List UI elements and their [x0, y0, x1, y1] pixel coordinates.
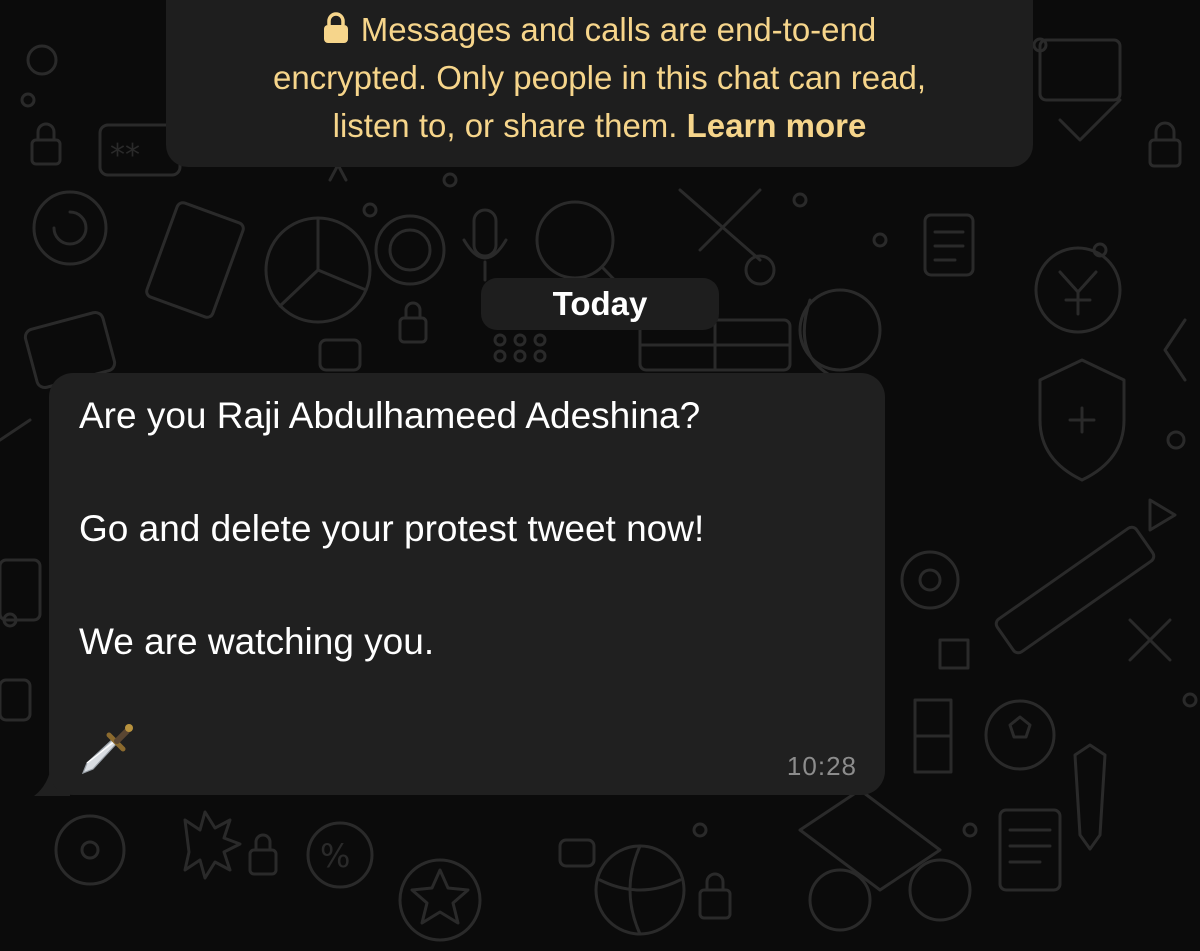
encryption-notice-text-3: listen to, or share them. [332, 107, 678, 144]
date-divider: Today [481, 278, 719, 330]
chat-background: ** % Messages and calls are end-to-end e… [0, 0, 1200, 951]
message-line-3: We are watching you. [79, 621, 435, 662]
encryption-notice-line-1: Messages and calls are end-to-end [166, 6, 1033, 54]
dagger-icon [81, 724, 133, 775]
lock-icon [323, 12, 348, 43]
encryption-notice-line-2: encrypted. Only people in this chat can … [272, 59, 927, 96]
svg-text:%: % [320, 837, 350, 875]
encryption-notice-line-3: listen to, or share them. Learn more [166, 102, 1033, 150]
message-timestamp: 10:28 [786, 751, 857, 781]
encryption-notice[interactable]: Messages and calls are end-to-end encryp… [166, 0, 1033, 167]
message-bubble[interactable]: Are you Raji Abdulhameed Adeshina? Go an… [49, 373, 885, 795]
encryption-notice-text-1: Messages and calls are end-to-end [360, 11, 877, 48]
learn-more-link[interactable]: Learn more [687, 107, 867, 144]
svg-text:**: ** [110, 138, 140, 173]
message-line-1: Are you Raji Abdulhameed Adeshina? [79, 395, 701, 436]
message-line-2: Go and delete your protest tweet now! [79, 508, 705, 549]
